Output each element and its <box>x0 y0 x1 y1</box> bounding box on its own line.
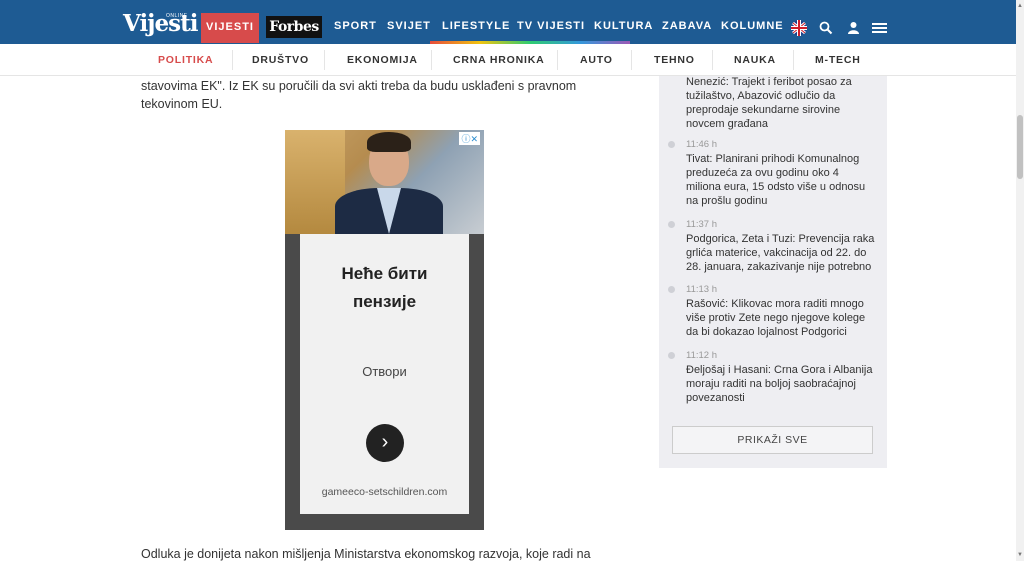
adchoices-icon[interactable]: ⓘ✕ <box>459 132 480 145</box>
ad-title-line: пензије <box>352 292 417 311</box>
nav-zabava[interactable]: ZABAVA <box>662 20 712 32</box>
ad-open-link[interactable]: Отвори <box>300 364 469 379</box>
nav-kolumne[interactable]: KOLUMNE <box>721 20 784 32</box>
chevron-right-icon[interactable]: › <box>366 424 404 462</box>
ad-domain: gameeco-setschildren.com <box>321 486 448 498</box>
news-title[interactable]: Tivat: Planirani prihodi Komunalnog pred… <box>686 152 876 208</box>
nav-svijet[interactable]: SVIJET <box>387 20 431 32</box>
ad-title: Неће бити пензије <box>300 260 469 316</box>
news-title[interactable]: Đeljošaj i Hasani: Crna Gora i Albanija … <box>686 363 876 405</box>
advertisement[interactable]: ⓘ✕ Неће бити пензије Отвори › gameeco-se… <box>285 130 484 530</box>
article-paragraph-line: Odluka je donijeta nakon mišljenja Minis… <box>141 547 591 561</box>
news-item[interactable]: 11:12 h Đeljošaj i Hasani: Crna Gora i A… <box>686 349 876 405</box>
news-item[interactable]: 11:46 h Tivat: Planirani prihodi Komunal… <box>686 138 876 208</box>
scroll-down-icon[interactable]: ▼ <box>1016 551 1024 559</box>
subnav-nauka[interactable]: NAUKA <box>734 54 776 66</box>
ad-person-hair <box>367 132 411 152</box>
news-title[interactable]: Podgorica, Zeta i Tuzi: Prevencija raka … <box>686 232 876 274</box>
subnav-divider <box>324 50 325 70</box>
forbes-logo[interactable]: Forbes <box>266 16 322 38</box>
timeline-dot-icon <box>668 221 675 228</box>
scroll-up-icon[interactable]: ▲ <box>1016 2 1024 10</box>
menu-icon[interactable] <box>872 22 887 34</box>
news-title[interactable]: Rašović: Klikovac mora raditi mnogo više… <box>686 297 876 339</box>
article-paragraph-line: tekovinom EU. <box>141 97 223 111</box>
scrollbar-thumb[interactable] <box>1017 115 1023 179</box>
subnav-drustvo[interactable]: DRUŠTVO <box>252 54 309 66</box>
subnav-divider <box>712 50 713 70</box>
ad-card[interactable]: Неће бити пензије Отвори › gameeco-setsc… <box>300 234 469 514</box>
timeline-dot-icon <box>668 141 675 148</box>
subnav-crna-hronika[interactable]: CRNA HRONIKA <box>453 54 544 66</box>
timeline-dot-icon <box>668 286 675 293</box>
news-time: 11:12 h <box>686 350 717 361</box>
search-icon[interactable] <box>819 21 833 35</box>
news-item[interactable]: Nenezić: Trajekt i feribot posao za tuži… <box>686 75 876 131</box>
subnav-ekonomija[interactable]: EKONOMIJA <box>347 54 418 66</box>
logo-subtitle: ONLINE <box>166 13 188 19</box>
ad-photo-person <box>335 130 443 234</box>
uk-flag-icon[interactable] <box>791 20 807 36</box>
news-title[interactable]: Nenezić: Trajekt i feribot posao za tuži… <box>686 75 876 131</box>
subnav-divider <box>431 50 432 70</box>
news-time: 11:13 h <box>686 284 717 295</box>
nav-tv-vijesti[interactable]: TV VIJESTI <box>517 20 585 32</box>
ad-photo <box>285 130 484 234</box>
news-time: 11:46 h <box>686 139 717 150</box>
subnav-tehno[interactable]: TEHNO <box>654 54 695 66</box>
subnav-divider <box>557 50 558 70</box>
nav-lifestyle[interactable]: LIFESTYLE <box>442 20 510 32</box>
nav-kultura[interactable]: KULTURA <box>594 20 653 32</box>
subnav-divider <box>793 50 794 70</box>
page-scrollbar[interactable] <box>1016 0 1024 561</box>
subnav-auto[interactable]: AUTO <box>580 54 613 66</box>
article-paragraph-line: stavovima EK". Iz EK su poručili da svi … <box>141 79 577 93</box>
news-item[interactable]: 11:37 h Podgorica, Zeta i Tuzi: Prevenci… <box>686 218 876 274</box>
subnav-politika[interactable]: POLITIKA <box>158 54 213 66</box>
show-all-button[interactable]: PRIKAŽI SVE <box>672 426 873 454</box>
subnav-divider <box>232 50 233 70</box>
nav-vijesti-active[interactable]: VIJESTI <box>201 13 259 43</box>
subnav-divider <box>631 50 632 70</box>
user-icon[interactable] <box>847 21 860 35</box>
timeline-dot-icon <box>668 352 675 359</box>
news-item[interactable]: 11:13 h Rašović: Klikovac mora raditi mn… <box>686 283 876 339</box>
news-time: 11:37 h <box>686 219 717 230</box>
subnav-m-tech[interactable]: M-TECH <box>815 54 861 66</box>
nav-sport[interactable]: SPORT <box>334 20 377 32</box>
ad-title-line: Неће бити <box>341 264 428 283</box>
